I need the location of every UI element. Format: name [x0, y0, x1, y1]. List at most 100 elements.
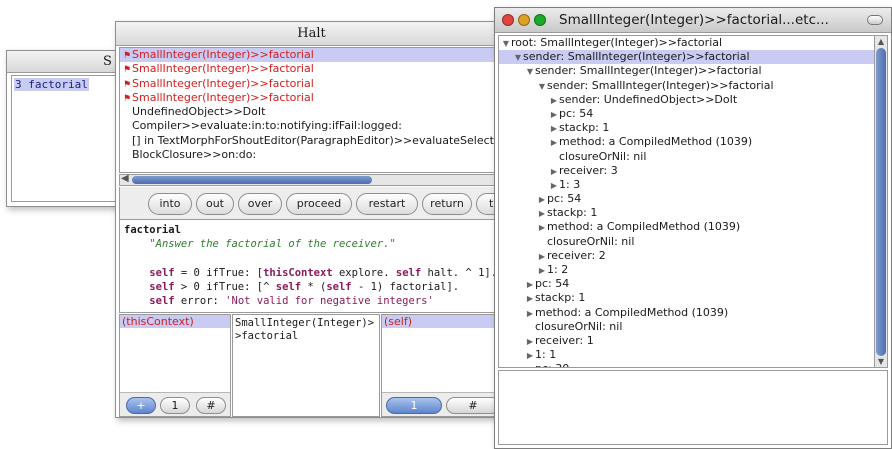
explorer-code-pane[interactable] — [498, 370, 888, 445]
collapsed-triangle-icon[interactable]: ▶ — [537, 264, 547, 278]
tree-node[interactable]: ▶ sender: UndefinedObject>>DoIt — [499, 93, 874, 107]
collapsed-triangle-icon[interactable]: ▶ — [549, 136, 559, 150]
collapsed-triangle-icon[interactable]: ▶ — [525, 335, 535, 349]
stack-frame[interactable]: Compiler>>evaluate:in:to:notifying:ifFai… — [120, 119, 507, 133]
workspace-editor[interactable]: 3 factorial — [11, 75, 119, 202]
tree-node-label: method: a CompiledMethod (1039) — [547, 220, 741, 234]
close-window-icon[interactable] — [502, 14, 514, 26]
tree-node[interactable]: ▶pc: 30 — [499, 362, 874, 367]
collapse-window-icon[interactable] — [867, 15, 883, 25]
tree-node[interactable]: closureOrNil: nil — [499, 150, 874, 164]
method-comment: "Answer the factorial of the receiver." — [149, 238, 396, 251]
collapsed-triangle-icon[interactable]: ▶ — [537, 221, 547, 235]
expanded-triangle-icon[interactable]: ▼ — [513, 51, 523, 65]
scrollbar-thumb[interactable] — [876, 48, 886, 356]
stack-frame[interactable]: ⚑SmallInteger(Integer)>>factorial — [120, 77, 507, 91]
collapsed-triangle-icon[interactable]: ▶ — [549, 108, 559, 122]
tree-node[interactable]: ▶ pc: 54 — [499, 107, 874, 121]
code-token: self — [395, 266, 422, 279]
collapsed-triangle-icon[interactable]: ▶ — [549, 122, 559, 136]
collapsed-triangle-icon[interactable]: ▶ — [525, 363, 535, 367]
tree-node[interactable]: ▶ method: a CompiledMethod (1039) — [499, 220, 874, 234]
zoom-window-icon[interactable] — [534, 14, 546, 26]
expanded-triangle-icon[interactable]: ▼ — [501, 37, 511, 51]
stack-frame[interactable]: BlockClosure>>on:do: — [120, 148, 507, 162]
context-header[interactable]: (thisContext) — [120, 315, 230, 328]
tree-node[interactable]: ▶ 1: 2 — [499, 263, 874, 277]
stack-frame[interactable]: UndefinedObject>>DoIt — [120, 105, 507, 119]
collapsed-triangle-icon[interactable]: ▶ — [549, 94, 559, 108]
method-source-pane[interactable]: factorial "Answer the factorial of the r… — [119, 219, 507, 313]
tree-node[interactable]: ▶ pc: 54 — [499, 192, 874, 206]
stack-frame-label: Compiler>>evaluate:in:to:notifying:ifFai… — [132, 119, 402, 133]
tree-node-label: root: SmallInteger(Integer)>>factorial — [511, 36, 723, 49]
tree-node[interactable]: ▶ 1: 1 — [499, 348, 874, 362]
stack-frame-label: SmallInteger(Integer)>>factorial — [132, 90, 314, 104]
stack-frame[interactable]: ⚑SmallInteger(Integer)>>factorial — [120, 48, 507, 63]
tree-node[interactable]: ▶ stackp: 1 — [499, 121, 874, 135]
explorer-vertical-scrollbar[interactable]: ▲ ▼ — [874, 35, 888, 368]
expanded-triangle-icon[interactable]: ▼ — [537, 80, 547, 94]
collapsed-triangle-icon[interactable]: ▶ — [549, 165, 559, 179]
collapsed-triangle-icon[interactable]: ▶ — [537, 193, 547, 207]
tree-node[interactable]: ▶ stackp: 1 — [499, 291, 874, 305]
explorer-tree[interactable]: ▼ root: SmallInteger(Integer)>>factorial ▼… — [498, 35, 874, 368]
context-value-pane[interactable]: SmallInteger(Integer)> >factorial — [232, 314, 380, 417]
collapsed-triangle-icon[interactable]: ▶ — [525, 278, 535, 292]
stack-frame[interactable]: ⚑SmallInteger(Integer)>>factorial — [120, 62, 507, 76]
stack-frame[interactable]: ⚑SmallInteger(Integer)>>factorial — [120, 91, 507, 105]
proceed-button[interactable]: proceed — [286, 193, 352, 215]
stack-frame[interactable]: [] in TextMorphForShoutEditor(ParagraphE… — [120, 134, 507, 148]
receiver-hash-button[interactable]: # — [446, 397, 500, 414]
tree-node[interactable]: closureOrNil: nil — [499, 320, 874, 334]
scroll-left-icon[interactable]: ◀ — [121, 173, 129, 184]
tree-node[interactable]: closureOrNil: nil — [499, 235, 874, 249]
scroll-down-icon[interactable]: ▼ — [875, 357, 887, 366]
receiver-one-button[interactable]: 1 — [386, 397, 442, 414]
out-button[interactable]: out — [196, 193, 234, 215]
return-button[interactable]: return — [422, 193, 472, 215]
stack-list[interactable]: ⚑SmallInteger(Integer)>>factorial ⚑SmallI… — [119, 47, 507, 173]
tree-node[interactable]: ▼ root: SmallInteger(Integer)>>factorial — [499, 36, 874, 50]
tree-node[interactable]: ▼ sender: SmallInteger(Integer)>>factoria… — [499, 50, 874, 65]
explorer-titlebar[interactable]: SmallInteger(Integer)>>factorial...etc..… — [495, 8, 891, 33]
hash-button[interactable]: # — [196, 397, 226, 414]
debugger-title[interactable]: Halt — [116, 22, 507, 46]
tree-node[interactable]: ▶ method: a CompiledMethod (1039) — [499, 306, 874, 320]
into-button[interactable]: into — [148, 193, 192, 215]
stack-horizontal-scrollbar[interactable]: ◀ — [119, 173, 507, 186]
tree-node[interactable]: ▼ sender: SmallInteger(Integer)>>factoria… — [499, 64, 874, 78]
tree-node[interactable]: ▶ method: a CompiledMethod (1039) — [499, 135, 874, 149]
tree-node[interactable]: ▶ pc: 54 — [499, 277, 874, 291]
tree-node-label: stackp: 1 — [547, 206, 598, 220]
receiver-header[interactable]: (self) — [382, 315, 507, 328]
tree-node-label: sender: SmallInteger(Integer)>>factorial — [523, 50, 750, 64]
receiver-field-list[interactable]: (self) 1 # — [381, 314, 507, 417]
tree-node[interactable]: ▶ stackp: 1 — [499, 206, 874, 220]
code-token: > 0 ifTrue: [^ — [174, 281, 276, 294]
collapsed-triangle-icon[interactable]: ▶ — [537, 250, 547, 264]
minimize-window-icon[interactable] — [518, 14, 530, 26]
one-button[interactable]: 1 — [160, 397, 190, 414]
scrollbar-thumb[interactable] — [132, 176, 372, 184]
over-button[interactable]: over — [238, 193, 282, 215]
tree-node-label: closureOrNil: nil — [559, 149, 647, 163]
scroll-up-icon[interactable]: ▲ — [875, 37, 887, 46]
restart-button[interactable]: restart — [356, 193, 418, 215]
halt-flag-icon: ⚑ — [123, 79, 132, 90]
tree-node[interactable]: ▶ receiver: 2 — [499, 249, 874, 263]
collapsed-triangle-icon[interactable]: ▶ — [525, 349, 535, 363]
collapsed-triangle-icon[interactable]: ▶ — [525, 292, 535, 306]
tree-node[interactable]: ▼ sender: SmallInteger(Integer)>>factoria… — [499, 79, 874, 93]
tree-node-label: pc: 54 — [547, 192, 582, 206]
collapsed-triangle-icon[interactable]: ▶ — [537, 207, 547, 221]
tree-node[interactable]: ▶ receiver: 1 — [499, 334, 874, 348]
context-field-list[interactable]: (thisContext) + 1 # — [119, 314, 231, 417]
tree-node[interactable]: ▶ 1: 3 — [499, 178, 874, 192]
collapsed-triangle-icon[interactable]: ▶ — [525, 307, 535, 321]
workspace-title[interactable]: S — [7, 51, 123, 73]
tree-node[interactable]: ▶ receiver: 3 — [499, 164, 874, 178]
collapsed-triangle-icon[interactable]: ▶ — [549, 179, 559, 193]
expanded-triangle-icon[interactable]: ▼ — [525, 65, 535, 79]
add-button[interactable]: + — [126, 397, 156, 414]
